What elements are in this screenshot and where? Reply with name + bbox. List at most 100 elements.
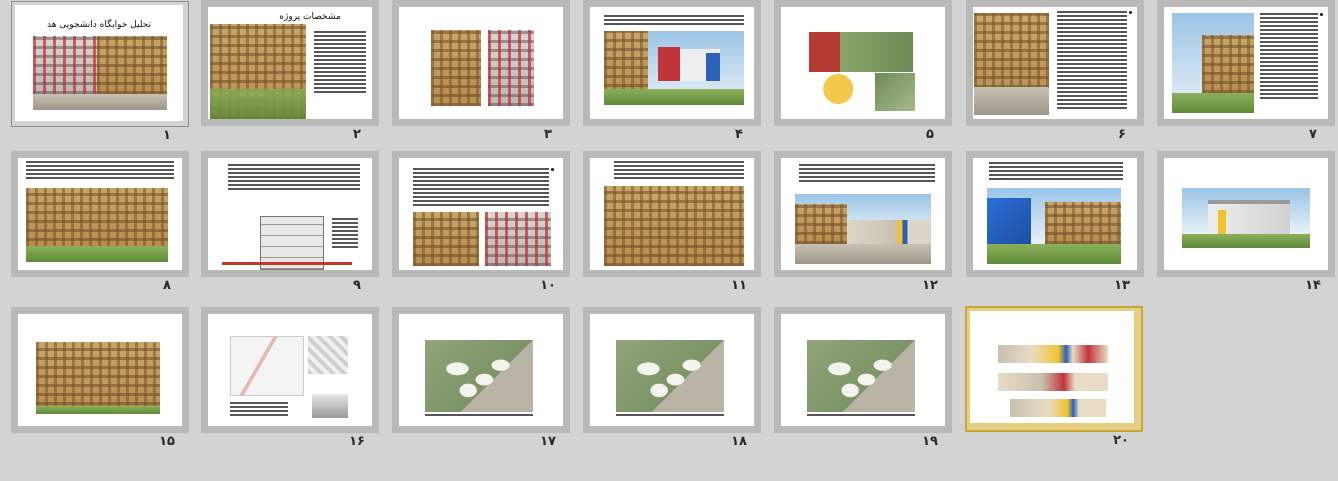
building-photo (847, 220, 931, 244)
slide-thumbnail-5[interactable]: ۵ (774, 0, 952, 150)
slide-thumbnail-19[interactable]: ۱۹ (774, 307, 952, 457)
slide-canvas: تحلیل خوابگاه دانشجویی هد (15, 5, 183, 121)
slide-canvas (970, 311, 1134, 423)
slide-thumbnail-18[interactable]: ۱۸ (583, 307, 761, 457)
facade-photo (488, 30, 534, 106)
slide-number: ۳ (544, 127, 552, 142)
slide-thumbnail-10[interactable]: ۱۰ (392, 151, 570, 301)
lawn-photo (36, 406, 160, 414)
bullet (1320, 13, 1323, 16)
slide-thumbnail-16[interactable]: ۱۶ (201, 307, 379, 457)
slide-number: ۱۱ (731, 278, 747, 293)
slide-canvas (18, 158, 182, 270)
text-block (413, 168, 549, 208)
slide-thumbnail-11[interactable]: ۱۱ (583, 151, 761, 301)
plaza-photo (795, 244, 931, 264)
site-plan (425, 340, 533, 412)
site-plan (616, 340, 724, 412)
text-block (799, 164, 935, 184)
slide-thumbnail-8[interactable]: ۸ (11, 151, 189, 301)
slide-number: ۱۹ (922, 434, 938, 449)
slide-canvas (973, 7, 1137, 119)
ground-line (222, 262, 352, 265)
text-block (230, 402, 288, 418)
aerial-photo (875, 73, 915, 111)
bullet (551, 168, 554, 171)
slide-canvas (399, 158, 563, 270)
slide-thumbnail-4[interactable]: ۴ (583, 0, 761, 150)
slide-canvas (18, 314, 182, 426)
slide-canvas (973, 158, 1137, 270)
slide-number: ۲ (353, 127, 361, 142)
slide-canvas (781, 158, 945, 270)
slide-number: ۱۴ (1305, 278, 1321, 293)
facade-photo (36, 342, 160, 414)
slide-canvas (1164, 158, 1328, 270)
facade-photo (413, 212, 479, 266)
slide-canvas (590, 314, 754, 426)
slide-number: ۴ (735, 127, 743, 142)
slide-thumbnail-17[interactable]: ۱۷ (392, 307, 570, 457)
slide-thumbnail-15[interactable]: ۱۵ (11, 307, 189, 457)
slide-number: ۹ (353, 278, 361, 293)
slide-number: ۵ (926, 127, 934, 142)
lawn-photo (1182, 234, 1310, 248)
slide-thumbnail-7[interactable]: ۷ (1157, 0, 1335, 150)
garden-photo (210, 89, 306, 119)
slide-thumbnail-1[interactable]: تحلیل خوابگاه دانشجویی هد ۱ (11, 1, 189, 151)
slide-number: ۱۶ (349, 434, 365, 449)
slide-number: ۷ (1309, 127, 1317, 142)
slide-canvas (399, 314, 563, 426)
text-block (989, 162, 1123, 182)
slide-thumbnail-2[interactable]: مشخصات پروژه ۲ (201, 0, 379, 150)
slide-thumbnail-20[interactable]: ۲۰ (965, 306, 1143, 456)
text-block (614, 161, 744, 181)
building-photo (1045, 202, 1121, 244)
slide-number: ۲۰ (1113, 433, 1129, 448)
elevation-drawing (998, 345, 1108, 363)
facade-photo (485, 212, 551, 266)
slide-thumbnail-12[interactable]: ۱۲ (774, 151, 952, 301)
slide-thumbnail-6[interactable]: ۶ (966, 0, 1144, 150)
caption (425, 414, 533, 418)
slide-thumbnail-9[interactable]: ۹ (201, 151, 379, 301)
slide-number: ۱۳ (1114, 278, 1130, 293)
slide-thumbnail-14[interactable]: ۱۴ (1157, 151, 1335, 301)
lawn-photo (987, 244, 1121, 264)
slide-thumbnail-13[interactable]: ۱۳ (966, 151, 1144, 301)
lawn-photo (1172, 93, 1254, 113)
slide-canvas (208, 314, 372, 426)
elevation-drawing (1010, 399, 1106, 417)
building-photo (1202, 35, 1254, 93)
slide-thumbnail-3[interactable]: ۳ (392, 0, 570, 150)
facade-photo (431, 30, 481, 106)
facade-closeup-photo (604, 186, 744, 266)
slide-number: ۱۰ (540, 278, 556, 293)
slide-canvas (208, 158, 372, 270)
bullet (1129, 11, 1132, 14)
slide-canvas (781, 7, 945, 119)
text-block (314, 31, 366, 95)
slide-title: تحلیل خوابگاه دانشجویی هد (46, 20, 152, 30)
slide-number: ۱۸ (731, 434, 747, 449)
text-block (228, 164, 360, 192)
yellow-wall (1218, 210, 1226, 234)
plan-diagram (308, 336, 348, 374)
slide-number: ۸ (163, 278, 171, 293)
lawn-photo (26, 246, 168, 262)
text-block (1057, 11, 1127, 111)
slide-canvas: مشخصات پروژه (208, 7, 372, 119)
text-block (1260, 13, 1318, 101)
slide-number: ۱۷ (540, 434, 556, 449)
facade-detail (312, 394, 348, 418)
site-analysis-diagram (230, 336, 304, 396)
slide-number: ۱ (163, 128, 171, 143)
building-photo (33, 36, 97, 94)
text-block (26, 161, 174, 181)
slide-canvas (399, 7, 563, 119)
walkway-photo (974, 87, 1049, 115)
blue-block (706, 53, 720, 81)
red-block (658, 47, 680, 81)
building-photo (97, 36, 167, 94)
lawn-photo (604, 89, 744, 105)
